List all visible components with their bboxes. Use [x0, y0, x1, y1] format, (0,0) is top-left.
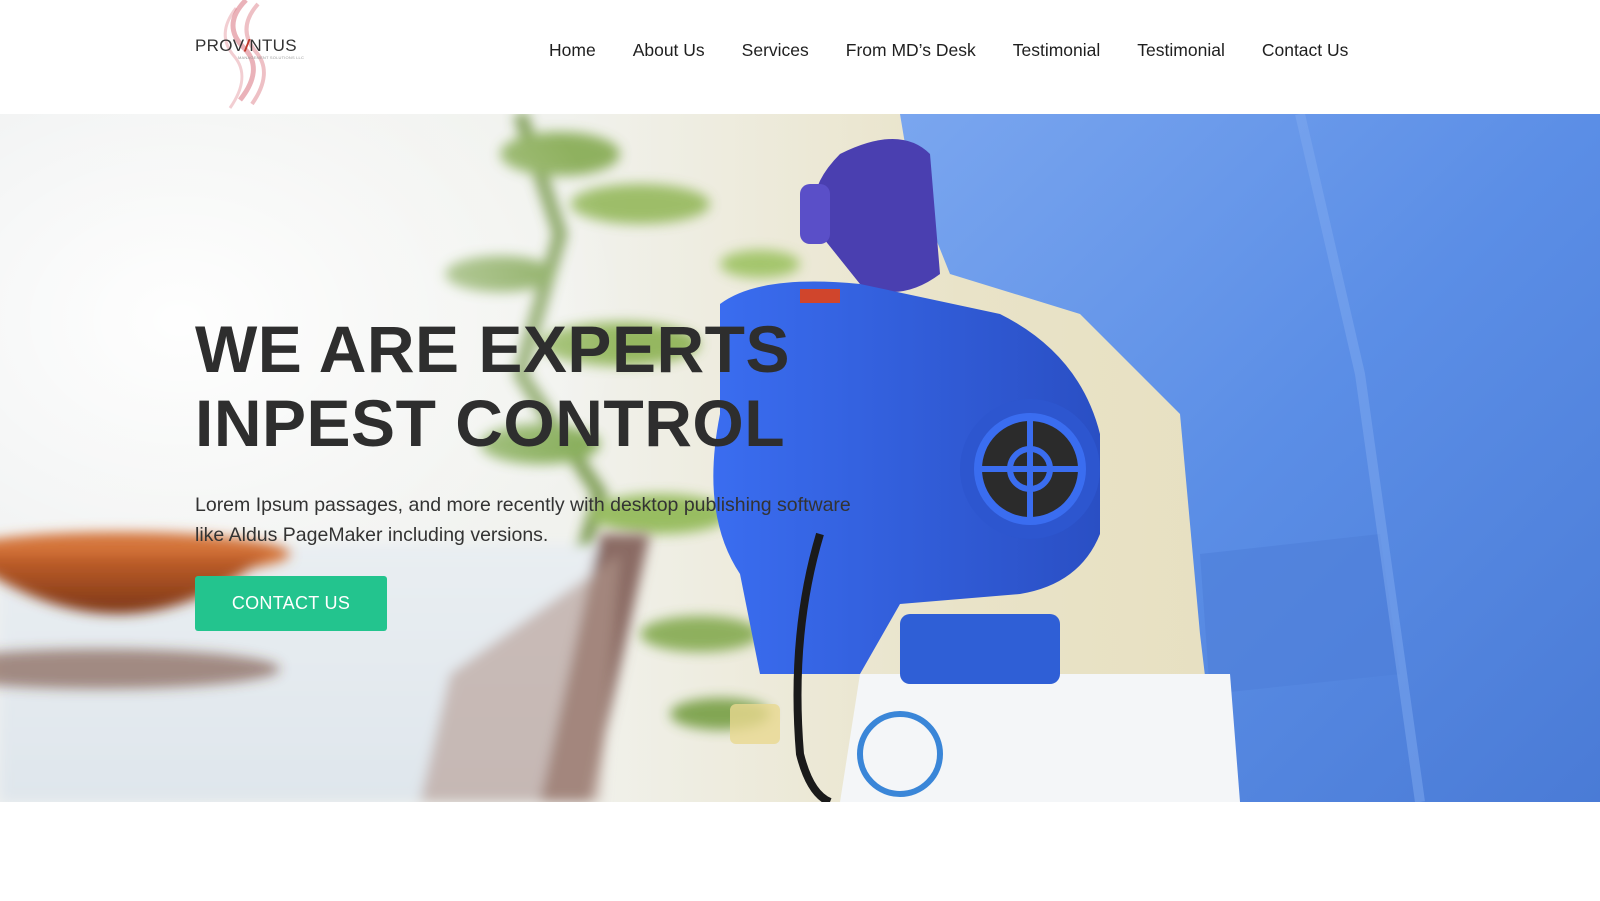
brand-name: PROV/NTUS	[195, 36, 297, 55]
nav-item-md-desk[interactable]: From MD’s Desk	[846, 40, 976, 61]
site-header: PROV/NTUS MANAGEMENT SOLUTIONS LLC Home …	[0, 0, 1600, 114]
hero-content: WE ARE EXPERTS INPEST CONTROL Lorem Ipsu…	[195, 312, 895, 631]
hero-description: Lorem Ipsum passages, and more recently …	[195, 494, 851, 546]
hero-banner: WE ARE EXPERTS INPEST CONTROL Lorem Ipsu…	[0, 114, 1600, 802]
hero-title-line-1: WE ARE EXPERTS	[195, 312, 790, 386]
nav-item-testimonial-2[interactable]: Testimonial	[1137, 40, 1225, 61]
nav-item-about-us[interactable]: About Us	[633, 40, 705, 61]
hero-title-line-2: INPEST CONTROL	[195, 386, 786, 460]
nav-item-home[interactable]: Home	[549, 40, 596, 61]
page-content-below	[0, 802, 1600, 901]
nav-item-contact-us[interactable]: Contact Us	[1262, 40, 1349, 61]
contact-us-button[interactable]: CONTACT US	[195, 576, 387, 631]
hero-title: WE ARE EXPERTS INPEST CONTROL	[195, 312, 895, 460]
brand-logo[interactable]: PROV/NTUS MANAGEMENT SOLUTIONS LLC	[192, 0, 312, 112]
brand-tagline: MANAGEMENT SOLUTIONS LLC	[238, 55, 305, 60]
main-nav: Home About Us Services From MD’s Desk Te…	[549, 40, 1348, 61]
nav-item-testimonial[interactable]: Testimonial	[1013, 40, 1101, 61]
nav-item-services[interactable]: Services	[742, 40, 809, 61]
